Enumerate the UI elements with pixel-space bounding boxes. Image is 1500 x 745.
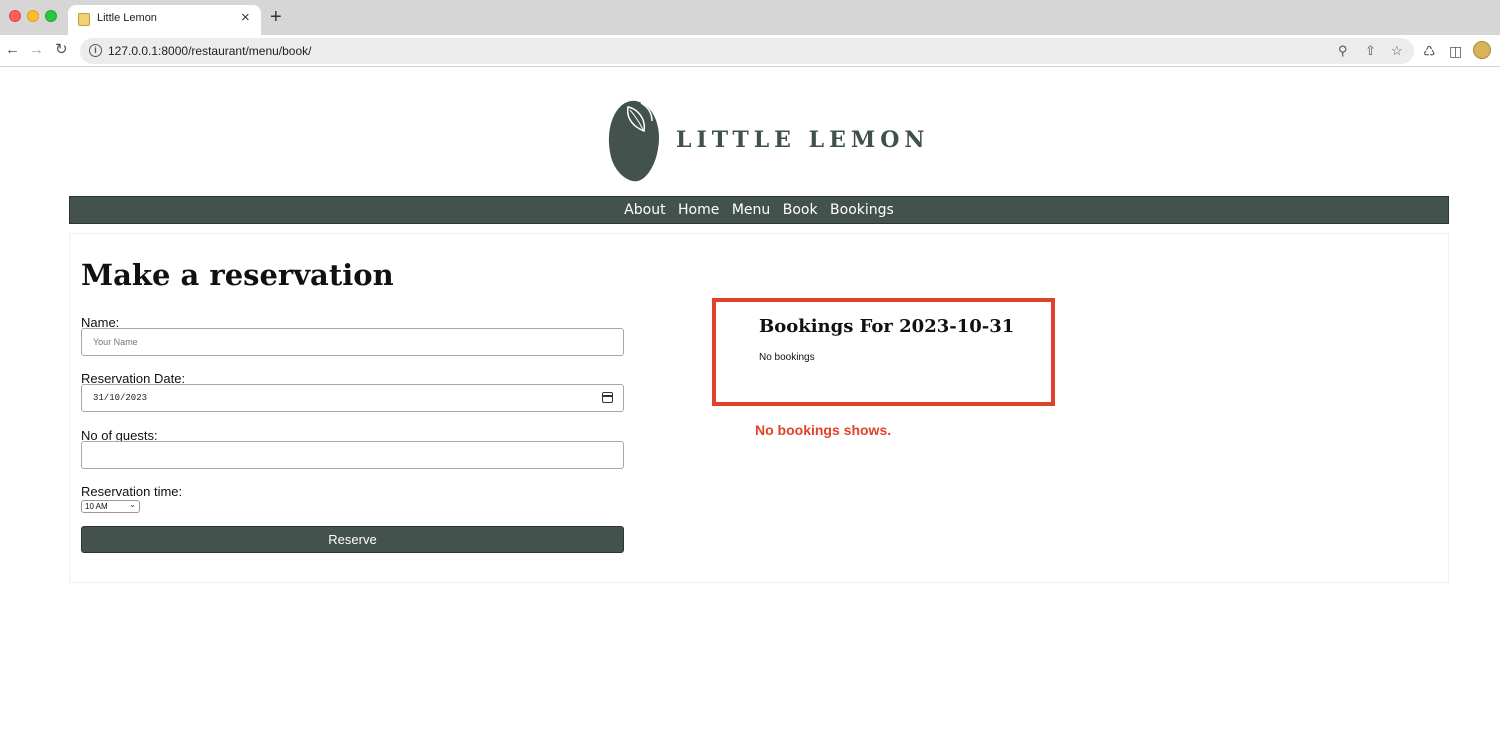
reserve-button[interactable]: Reserve xyxy=(81,526,624,553)
nav-book[interactable]: Book xyxy=(783,197,818,223)
browser-tab[interactable]: Little Lemon × xyxy=(68,5,261,35)
guests-input[interactable] xyxy=(81,441,624,469)
star-icon[interactable]: ☆ xyxy=(1391,43,1403,59)
nav-about[interactable]: About xyxy=(624,197,665,223)
time-select[interactable]: 10 AM ⌄ xyxy=(81,500,140,513)
time-label: Reservation time: xyxy=(81,484,183,499)
favicon-icon xyxy=(78,13,90,26)
nav-home[interactable]: Home xyxy=(678,197,719,223)
tab-title: Little Lemon xyxy=(97,12,157,24)
bookings-empty-text: No bookings xyxy=(759,352,815,363)
nav-menu[interactable]: Menu xyxy=(732,197,770,223)
minimize-window-button[interactable] xyxy=(27,10,39,22)
tab-close-icon[interactable]: × xyxy=(241,10,250,26)
main-nav: About Home Menu Book Bookings xyxy=(69,196,1449,224)
page: LITTLE LEMON About Home Menu Book Bookin… xyxy=(0,67,1500,745)
close-window-button[interactable] xyxy=(9,10,21,22)
info-icon[interactable]: i xyxy=(89,44,102,57)
chevron-down-icon: ⌄ xyxy=(129,500,136,509)
lemon-icon xyxy=(608,100,660,182)
share-icon[interactable]: ⇧ xyxy=(1365,43,1376,59)
name-input[interactable]: Your Name xyxy=(81,328,624,356)
bookings-panel: Bookings For 2023-10-31 No bookings xyxy=(712,298,1055,406)
nav-bookings[interactable]: Bookings xyxy=(830,197,894,223)
site-logo[interactable]: LITTLE LEMON xyxy=(606,97,926,183)
maximize-window-button[interactable] xyxy=(45,10,57,22)
browser-toolbar: ← → ↻ i 127.0.0.1:8000/restaurant/menu/b… xyxy=(0,35,1500,67)
reload-icon[interactable]: ↻ xyxy=(55,41,68,59)
zoom-icon[interactable]: ⚲ xyxy=(1338,43,1348,59)
new-tab-icon[interactable]: + xyxy=(270,6,282,28)
date-input[interactable]: 31/10/2023 xyxy=(81,384,624,412)
time-value: 10 AM xyxy=(85,502,108,511)
bookings-title: Bookings For 2023-10-31 xyxy=(759,316,1015,337)
annotation-text: No bookings shows. xyxy=(755,422,892,438)
calendar-icon[interactable] xyxy=(602,392,613,403)
address-bar[interactable]: i 127.0.0.1:8000/restaurant/menu/book/ ⚲… xyxy=(80,38,1414,64)
extensions-icon[interactable]: ♺ xyxy=(1423,43,1436,60)
date-value: 31/10/2023 xyxy=(93,393,148,403)
url-text[interactable]: 127.0.0.1:8000/restaurant/menu/book/ xyxy=(108,44,311,58)
forward-icon[interactable]: → xyxy=(29,41,44,59)
sidebar-icon[interactable]: ◫ xyxy=(1449,43,1462,60)
page-title: Make a reservation xyxy=(81,258,394,292)
brand-name: LITTLE LEMON xyxy=(676,127,930,153)
back-icon[interactable]: ← xyxy=(5,41,20,59)
name-placeholder: Your Name xyxy=(93,337,138,347)
reservation-section: Make a reservation Name: Your Name Reser… xyxy=(69,233,1449,583)
profile-avatar[interactable] xyxy=(1473,41,1491,59)
browser-tab-bar: Little Lemon × + xyxy=(0,0,1500,35)
